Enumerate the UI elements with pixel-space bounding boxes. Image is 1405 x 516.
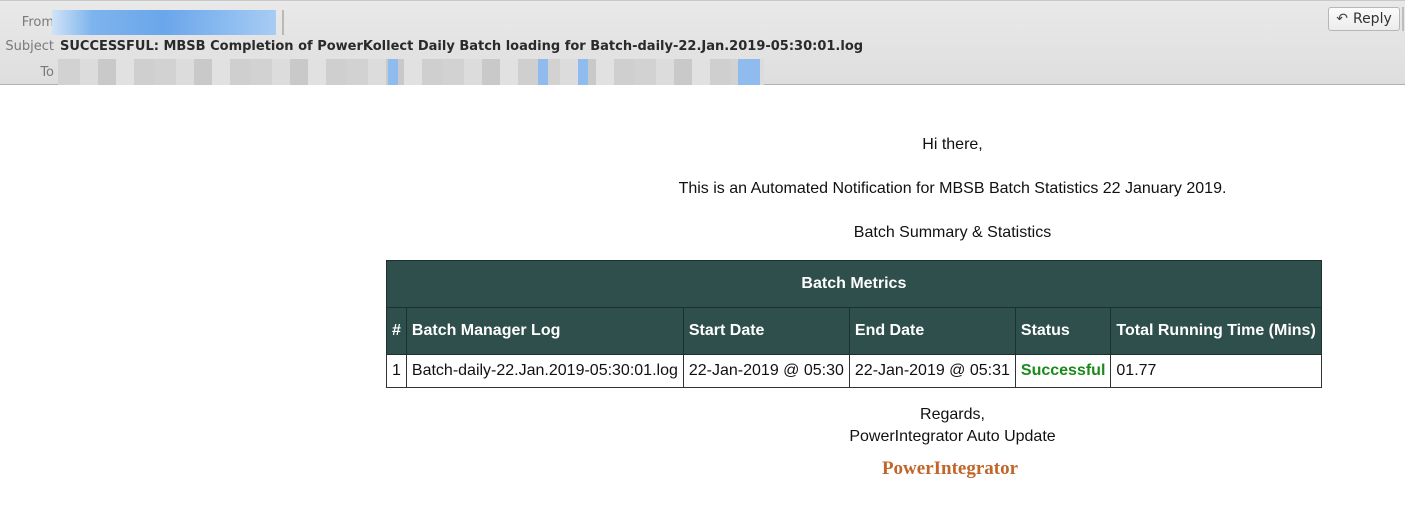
- summary-heading: Batch Summary & Statistics: [853, 224, 1052, 241]
- cell-start-date: 22-Jan-2019 @ 05:30: [682, 354, 850, 388]
- brand-name: PowerIntegrator: [881, 458, 1019, 479]
- cell-running-time: 01.77: [1110, 354, 1322, 388]
- reply-arrow-icon: ↶: [1336, 11, 1348, 27]
- intro-text: This is an Automated Notification for MB…: [678, 180, 1227, 197]
- reply-label: Reply: [1352, 11, 1392, 27]
- col-header-number: #: [386, 307, 407, 355]
- subject-label: Subject: [5, 39, 54, 54]
- table-header-row: # Batch Manager Log Start Date End Date …: [386, 307, 1322, 355]
- col-header-status: Status: [1014, 307, 1112, 355]
- col-header-log: Batch Manager Log: [405, 307, 684, 355]
- subject-text: SUCCESSFUL: MBSB Completion of PowerKoll…: [60, 39, 864, 54]
- from-label: From: [21, 15, 54, 30]
- from-redacted: [52, 10, 276, 35]
- message-header: From Subject SUCCESSFUL: MBSB Completion…: [0, 0, 1405, 85]
- col-header-running-time: Total Running Time (Mins): [1110, 307, 1322, 355]
- greeting: Hi there,: [922, 136, 983, 153]
- reply-button[interactable]: ↶ Reply: [1328, 7, 1400, 31]
- cell-log: Batch-daily-22.Jan.2019-05:30:01.log: [405, 354, 684, 388]
- to-label: To: [40, 65, 54, 80]
- col-header-end-date: End Date: [848, 307, 1016, 355]
- table-title: Batch Metrics: [386, 260, 1322, 308]
- cell-end-date: 22-Jan-2019 @ 05:31: [848, 354, 1016, 388]
- regards: Regards,: [920, 406, 985, 423]
- signature: PowerIntegrator Auto Update: [849, 428, 1056, 445]
- cell-status: Successful: [1014, 354, 1112, 388]
- from-redacted-edge: [282, 10, 284, 35]
- to-redacted: [58, 59, 764, 85]
- cell-number: 1: [386, 354, 407, 388]
- table-row: 1 Batch-daily-22.Jan.2019-05:30:01.log 2…: [386, 354, 1322, 388]
- header-scroll-edge: [1402, 7, 1404, 31]
- batch-metrics-table: Batch Metrics # Batch Manager Log Start …: [386, 260, 1322, 388]
- col-header-start-date: Start Date: [682, 307, 850, 355]
